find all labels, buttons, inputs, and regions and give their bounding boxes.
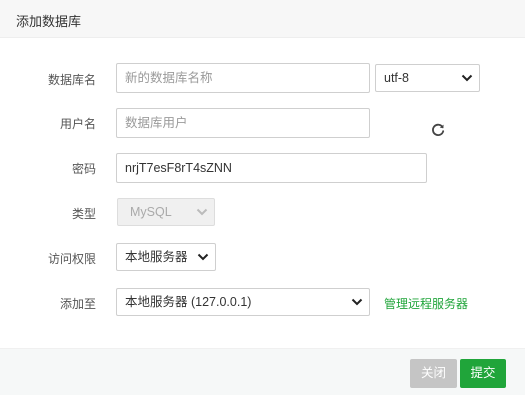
refresh-icon[interactable] (430, 122, 446, 138)
type-select-value: MySQL (130, 205, 172, 219)
chevron-down-icon (196, 208, 208, 216)
type-label: 类型 (71, 207, 96, 221)
access-label: 访问权限 (47, 252, 96, 266)
db-name-label: 数据库名 (47, 73, 96, 87)
username-input[interactable] (116, 108, 370, 138)
access-select-value: 本地服务器 (125, 250, 188, 264)
db-name-input[interactable] (116, 63, 370, 93)
add-to-select[interactable]: 本地服务器 (127.0.0.1) (116, 288, 370, 316)
manage-remote-servers-link[interactable]: 管理远程服务器 (384, 295, 468, 312)
charset-select[interactable]: utf-8 (375, 64, 480, 92)
dialog-header: 添加数据库 (0, 0, 525, 38)
type-select: MySQL (117, 198, 215, 226)
add-database-dialog: 添加数据库 数据库名 utf-8 用户名 密码 类型 MySQL 访问权限 本 (0, 0, 525, 395)
charset-select-value: utf-8 (384, 71, 410, 85)
submit-button[interactable]: 提交 (460, 359, 506, 388)
chevron-down-icon (351, 298, 363, 306)
dialog-title: 添加数据库 (16, 14, 82, 29)
password-label: 密码 (71, 162, 96, 176)
username-label: 用户名 (59, 117, 96, 131)
password-input[interactable] (116, 153, 427, 183)
close-button[interactable]: 关闭 (410, 359, 457, 388)
add-to-label: 添加至 (59, 297, 96, 311)
chevron-down-icon (197, 253, 209, 261)
chevron-down-icon (461, 74, 473, 82)
dialog-footer: 关闭 提交 (0, 348, 525, 395)
access-select[interactable]: 本地服务器 (116, 243, 216, 271)
add-to-select-value: 本地服务器 (127.0.0.1) (125, 295, 252, 309)
